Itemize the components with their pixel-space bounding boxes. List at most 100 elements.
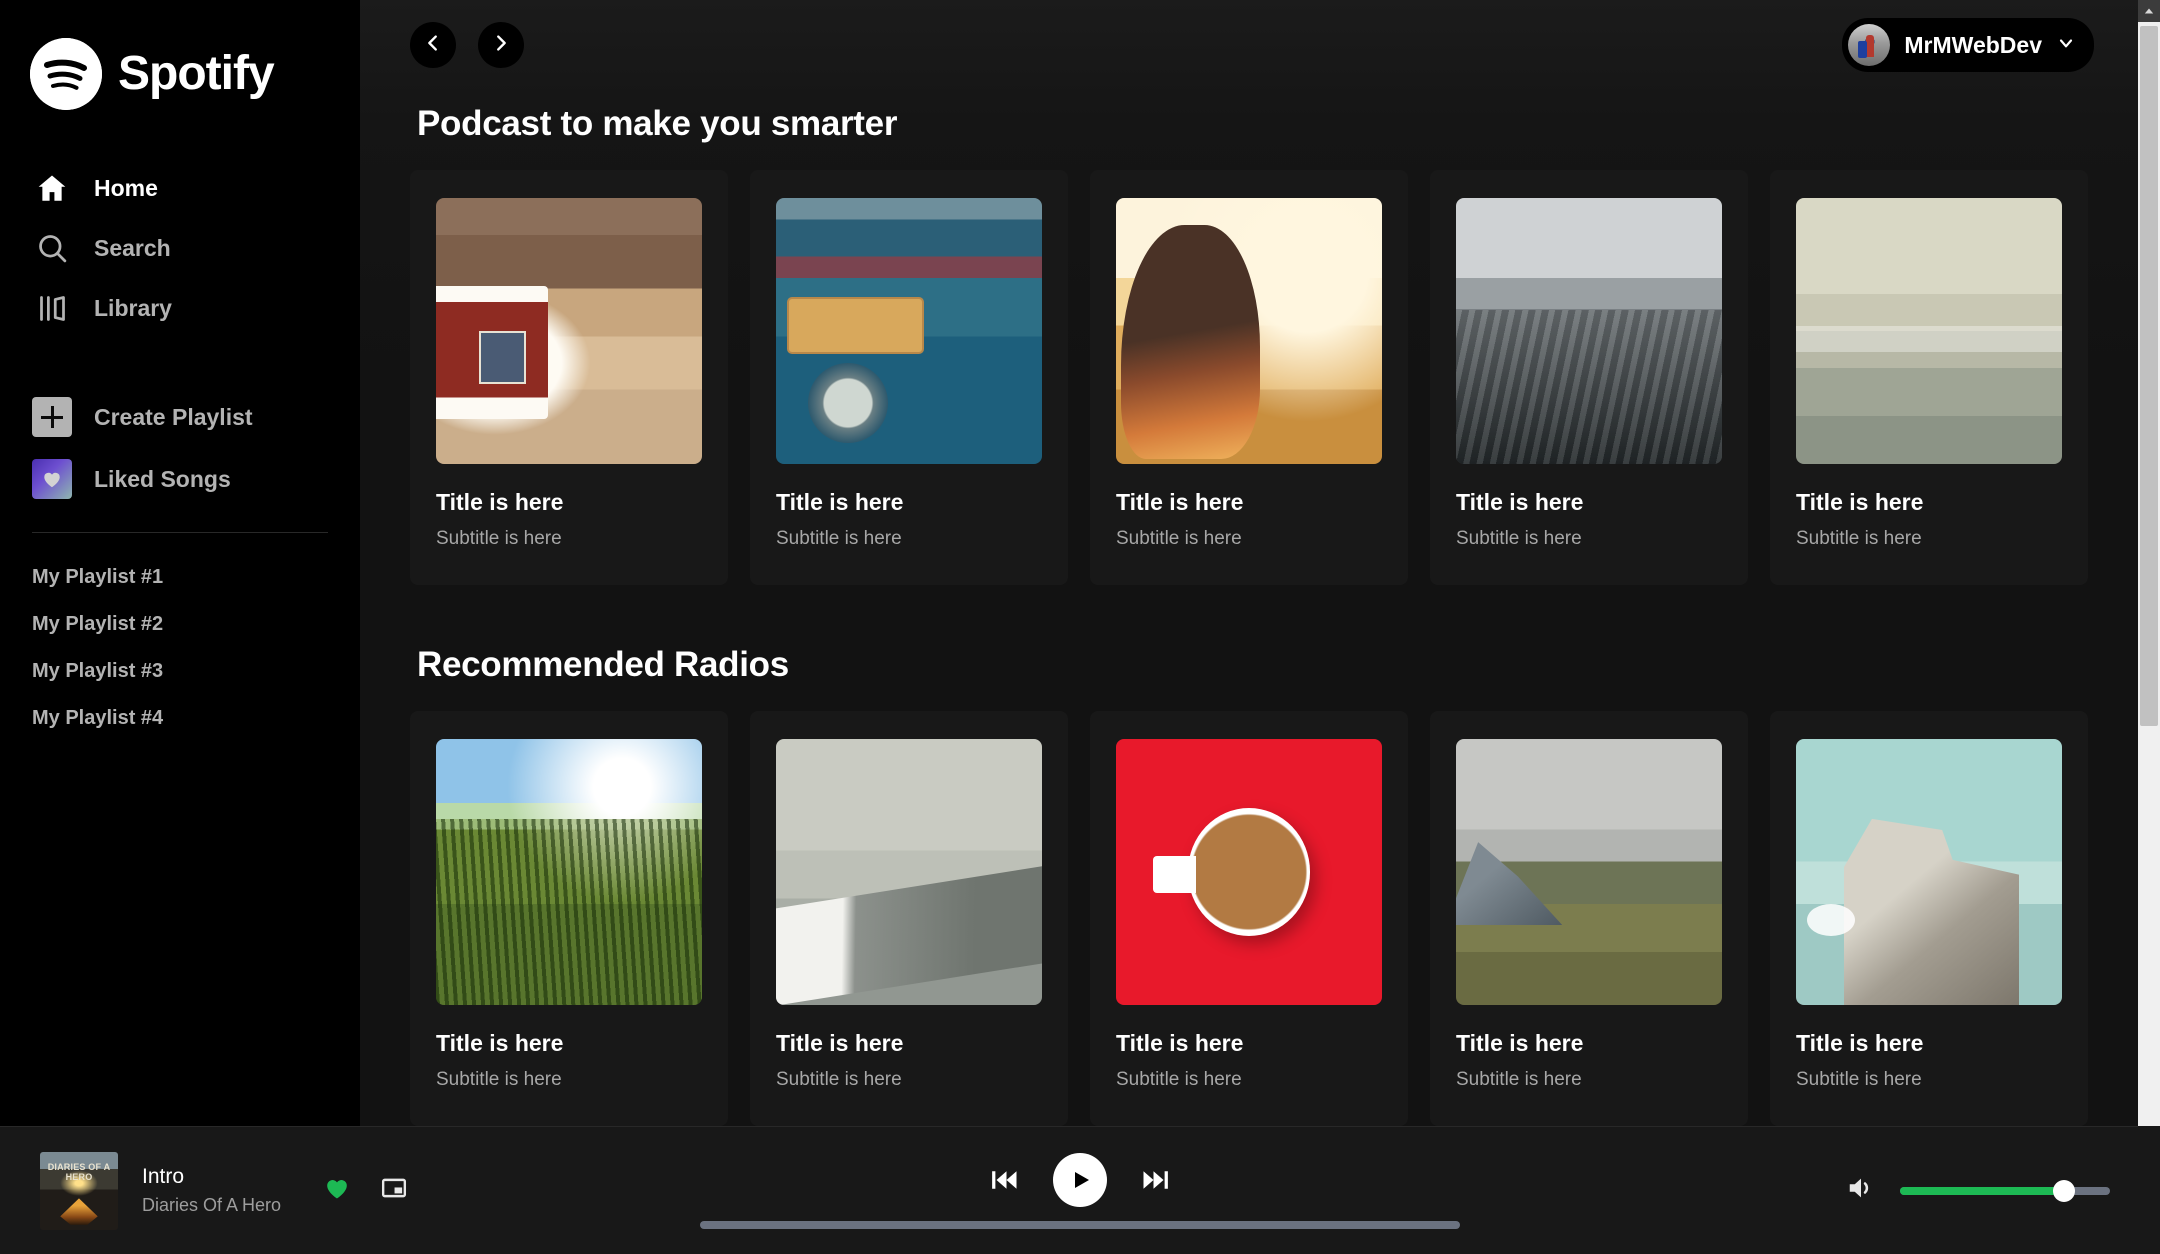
player-right (1650, 1173, 2120, 1208)
card-title: Title is here (436, 490, 564, 515)
progress-bar[interactable] (700, 1220, 1460, 1229)
section-podcasts: Podcast to make you smarter Title is her… (360, 104, 2138, 586)
card-artwork (1796, 739, 2062, 1006)
plus-icon (32, 397, 72, 437)
card[interactable]: Title is here Subtitle is here (410, 711, 728, 1127)
list-item[interactable]: My Playlist #4 (32, 696, 360, 743)
create-playlist-label: Create Playlist (94, 403, 253, 430)
sidebar-item-label-library: Library (94, 294, 172, 321)
play-icon (1075, 1171, 1089, 1188)
card-artwork (436, 739, 702, 1006)
previous-button[interactable] (989, 1165, 1019, 1195)
card[interactable]: Title is here Subtitle is here (1090, 170, 1408, 586)
card-grid: Title is here Subtitle is here Title is … (410, 170, 2088, 586)
card[interactable]: Title is here Subtitle is here (1430, 170, 1748, 586)
sidebar: Spotify Home Search Library Create Playl… (0, 0, 360, 1254)
search-icon (32, 228, 72, 268)
player-center (510, 1152, 1650, 1229)
card-title: Title is here (1456, 490, 1584, 515)
sidebar-item-label-search: Search (94, 234, 171, 261)
list-item[interactable]: My Playlist #1 (32, 555, 360, 602)
create-playlist-button[interactable]: Create Playlist (0, 386, 360, 448)
card-subtitle: Subtitle is here (436, 1069, 562, 1091)
list-item[interactable]: My Playlist #3 (32, 649, 360, 696)
library-icon (32, 288, 72, 328)
sidebar-item-home[interactable]: Home (0, 158, 360, 218)
card-subtitle: Subtitle is here (1796, 1069, 1922, 1091)
card-title: Title is here (1796, 490, 1924, 515)
spotify-logo[interactable]: Spotify (0, 0, 360, 120)
card[interactable]: Title is here Subtitle is here (1430, 711, 1748, 1127)
track-title: Intro (142, 1164, 185, 1188)
track-artist: Diaries Of A Hero (142, 1194, 282, 1215)
album-art[interactable] (40, 1151, 118, 1230)
home-icon (32, 168, 72, 208)
now-playing-text: Intro Diaries Of A Hero (142, 1164, 281, 1218)
picture-in-picture-icon (382, 1178, 407, 1198)
chevron-right-icon (490, 32, 512, 59)
section-title-radios: Recommended Radios (417, 645, 789, 685)
picture-in-picture-button[interactable] (381, 1175, 407, 1206)
card-subtitle: Subtitle is here (1116, 528, 1242, 550)
scrollbar-corner (2138, 1126, 2160, 1254)
sidebar-actions: Create Playlist Liked Songs (0, 386, 360, 510)
card-title: Title is here (1116, 490, 1244, 515)
back-button[interactable] (410, 22, 456, 68)
now-playing: Intro Diaries Of A Hero (40, 1151, 510, 1230)
card[interactable]: Title is here Subtitle is here (1770, 711, 2088, 1127)
chevron-left-icon (422, 32, 444, 59)
card-subtitle: Subtitle is here (1796, 528, 1922, 550)
sidebar-item-search[interactable]: Search (0, 218, 360, 278)
forward-button[interactable] (478, 22, 524, 68)
card[interactable]: Title is here Subtitle is here (750, 711, 1068, 1127)
card-title: Title is here (1116, 1031, 1244, 1057)
primary-nav: Home Search Library (0, 158, 360, 338)
like-button[interactable] (323, 1174, 351, 1207)
card-title: Title is here (776, 490, 904, 515)
card[interactable]: Title is here Subtitle is here (410, 170, 728, 586)
card-subtitle: Subtitle is here (1456, 528, 1582, 550)
card-artwork (436, 198, 702, 464)
play-button[interactable] (1053, 1152, 1107, 1207)
card-subtitle: Subtitle is here (436, 528, 562, 550)
card-title: Title is here (1456, 1031, 1584, 1057)
card-subtitle: Subtitle is here (776, 1069, 902, 1091)
scrollbar[interactable] (2138, 0, 2160, 1254)
topbar: MrMWebDev (360, 0, 2138, 90)
card[interactable]: Title is here Subtitle is here (1770, 170, 2088, 586)
user-name-label: MrMWebDev (1904, 31, 2042, 58)
sidebar-item-label-home: Home (94, 174, 158, 201)
list-item[interactable]: My Playlist #2 (32, 602, 360, 649)
main-content: MrMWebDev Podcast to make you smarter Ti… (360, 0, 2160, 1254)
user-menu-button[interactable]: MrMWebDev (1842, 18, 2094, 72)
page-title: Podcast to make you smarter (417, 104, 898, 143)
heart-icon (32, 459, 72, 499)
previous-track-icon (992, 1170, 1017, 1189)
playback-controls (989, 1152, 1171, 1207)
volume-icon (1849, 1178, 1869, 1198)
sidebar-item-library[interactable]: Library (0, 278, 360, 338)
card-subtitle: Subtitle is here (1116, 1069, 1242, 1091)
card-subtitle: Subtitle is here (1456, 1069, 1582, 1091)
card-title: Title is here (436, 1031, 564, 1057)
playlist-list: My Playlist #1 My Playlist #2 My Playlis… (0, 533, 360, 743)
volume-thumb[interactable] (2052, 1179, 2075, 1202)
card-artwork (1456, 739, 1722, 1006)
player-bar: Intro Diaries Of A Hero (0, 1126, 2160, 1254)
next-button[interactable] (1141, 1165, 1171, 1195)
main-scroll-area: MrMWebDev Podcast to make you smarter Ti… (360, 0, 2138, 1254)
chevron-down-icon (2056, 33, 2076, 58)
volume-button[interactable] (1846, 1173, 1876, 1208)
spotify-app: Spotify Home Search Library Create Playl… (0, 0, 2160, 1254)
scroll-up-arrow-icon[interactable] (2138, 0, 2160, 22)
card[interactable]: Title is here Subtitle is here (1090, 711, 1408, 1127)
volume-slider[interactable] (1900, 1179, 2110, 1202)
history-nav (410, 22, 524, 68)
card[interactable]: Title is here Subtitle is here (750, 170, 1068, 586)
card-artwork (776, 739, 1042, 1006)
card-title: Title is here (776, 1031, 904, 1057)
spotify-wordmark: Spotify (118, 47, 275, 100)
card-artwork (1116, 198, 1382, 464)
liked-songs-button[interactable]: Liked Songs (0, 448, 360, 510)
scrollbar-thumb[interactable] (2140, 26, 2158, 726)
